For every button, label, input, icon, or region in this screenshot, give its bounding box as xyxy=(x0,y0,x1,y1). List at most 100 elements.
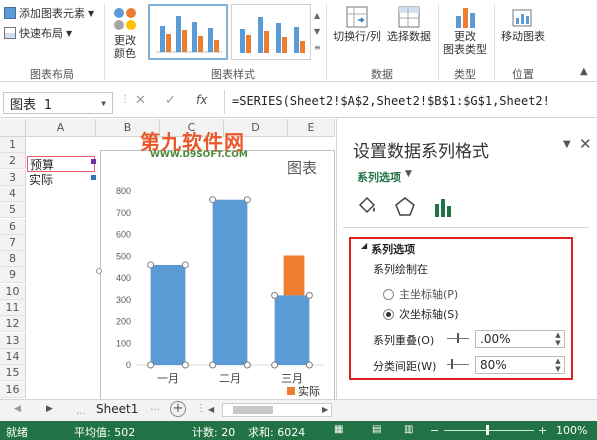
fill-line-icon[interactable] xyxy=(355,195,379,219)
row-header[interactable]: 5 xyxy=(0,202,26,219)
zoom-out-icon[interactable]: − xyxy=(430,424,439,437)
status-bar: 就绪 平均值: 502 计数: 20 求和: 6024 ▦ ▤ ▥ − + 10… xyxy=(0,421,597,440)
row-header[interactable]: 16 xyxy=(0,381,26,398)
row-header[interactable]: 3 xyxy=(0,169,26,186)
separator xyxy=(224,90,225,114)
add-chart-element-button[interactable]: 添加图表元素 ▼ xyxy=(4,5,94,21)
row-header[interactable]: 1 xyxy=(0,137,26,153)
row-header[interactable]: 6 xyxy=(0,218,26,235)
column-header[interactable]: A xyxy=(26,119,96,137)
move-chart-button[interactable]: 移动图表 xyxy=(498,4,548,43)
split-handle-icon[interactable]: ⋮ xyxy=(196,403,206,414)
scroll-right-icon[interactable]: ▶ xyxy=(322,405,328,414)
row-header[interactable]: 2 xyxy=(0,153,26,170)
more-sheets-icon[interactable]: … xyxy=(150,402,160,413)
select-data-icon xyxy=(398,6,420,28)
pane-title: 设置数据系列格式 xyxy=(353,142,489,162)
scrollbar-thumb[interactable] xyxy=(233,406,273,414)
separator xyxy=(438,4,439,80)
y-tick-label: 300 xyxy=(116,295,131,305)
formula-input[interactable]: =SERIES(Sheet2!$A$2,Sheet2!$B$1:$G$1,She… xyxy=(232,94,550,108)
page-break-icon[interactable]: ▥ xyxy=(404,424,413,435)
gap-width-spinner[interactable]: 80% ▲ ▼ xyxy=(475,356,565,374)
more-dots-icon: ⋮ xyxy=(120,94,130,105)
pane-menu-icon[interactable]: ▼ xyxy=(563,139,571,150)
more-sheets-icon[interactable]: … xyxy=(76,406,86,417)
prev-sheet-icon[interactable]: ◀ xyxy=(14,404,21,414)
row-header[interactable]: 7 xyxy=(0,234,26,251)
row-header[interactable]: 15 xyxy=(0,365,26,382)
zoom-slider-thumb[interactable] xyxy=(486,425,489,435)
selection-handle xyxy=(271,291,279,299)
horizontal-scrollbar[interactable] xyxy=(222,403,332,417)
cell-a2[interactable]: 预算 xyxy=(27,156,95,172)
group-label-type: 类型 xyxy=(454,68,476,81)
sheet-tab-bar: ◀ ▶ … Sheet1 … + ⋮ ◀ ▶ xyxy=(0,399,597,421)
dropdown-arrow-icon: ▼ xyxy=(405,169,412,179)
page-layout-icon[interactable]: ▤ xyxy=(372,424,381,435)
cancel-icon[interactable]: ✕ xyxy=(135,93,146,108)
selection-handle xyxy=(209,196,217,204)
gap-width-slider-thumb[interactable] xyxy=(451,359,453,369)
legend[interactable]: 实际 xyxy=(287,383,320,399)
range-handle[interactable] xyxy=(91,159,96,164)
select-all-corner[interactable] xyxy=(0,119,26,137)
series-options-dropdown[interactable]: 系列选项 ▼ xyxy=(357,169,412,185)
enter-icon[interactable]: ✓ xyxy=(165,93,176,108)
ribbon: 添加图表元素 ▼ 快速布局 ▼ 图表布局 更改 颜色 ▲ ▼ ≡ 图表样式 切换… xyxy=(0,0,597,82)
chart-style-1[interactable] xyxy=(148,4,228,60)
series-options-icon[interactable] xyxy=(431,195,455,219)
collapse-ribbon-icon[interactable]: ▲ xyxy=(580,66,588,77)
spinner-arrows-icon[interactable]: ▲ ▼ xyxy=(552,357,564,373)
column-header[interactable]: E xyxy=(288,119,335,137)
zoom-level[interactable]: 100% xyxy=(556,424,587,437)
quick-layout-button[interactable]: 快速布局 ▼ xyxy=(4,25,72,41)
chart-area[interactable]: 图表 800 700 600 500 400 300 200 100 0 一月 二月 三月 实际 xyxy=(100,150,335,400)
row-header[interactable]: 13 xyxy=(0,332,26,349)
row-header[interactable]: 4 xyxy=(0,185,26,202)
normal-view-icon[interactable]: ▦ xyxy=(334,424,343,435)
move-chart-icon xyxy=(512,9,532,27)
row-header[interactable]: 8 xyxy=(0,251,26,268)
overlap-spinner[interactable]: .00% ▲ ▼ xyxy=(475,330,565,348)
bar-budget xyxy=(274,295,310,365)
formula-bar: 图表 1 ▼ ⋮ ✕ ✓ fx =SERIES(Sheet2!$A$2,Shee… xyxy=(0,86,597,118)
cell-a3[interactable]: 实际 xyxy=(27,172,95,188)
overlap-slider-thumb[interactable] xyxy=(457,333,459,343)
switch-row-column-button[interactable]: 切换行/列 xyxy=(330,4,384,43)
chart-resize-handle[interactable] xyxy=(96,268,102,274)
name-box[interactable]: 图表 1 ▼ xyxy=(3,92,113,114)
range-handle[interactable] xyxy=(91,175,96,180)
sheet-tab-sheet1[interactable]: Sheet1 xyxy=(96,402,138,416)
add-sheet-icon[interactable]: + xyxy=(170,401,186,417)
change-colors-button[interactable]: 更改 颜色 xyxy=(106,4,144,60)
close-icon[interactable]: ✕ xyxy=(579,135,592,153)
separator xyxy=(326,4,327,80)
select-data-button[interactable]: 选择数据 xyxy=(384,4,434,43)
spinner-arrows-icon[interactable]: ▲ ▼ xyxy=(552,331,564,347)
chart-style-2[interactable] xyxy=(231,4,311,60)
secondary-axis-radio[interactable]: 次坐标轴(S) xyxy=(383,306,459,322)
next-sheet-icon[interactable]: ▶ xyxy=(46,404,53,414)
selection-handle xyxy=(243,196,251,204)
styles-scroll[interactable]: ▲ ▼ ≡ xyxy=(314,8,321,56)
y-tick-label: 400 xyxy=(116,273,131,283)
scroll-left-icon[interactable]: ◀ xyxy=(208,405,214,414)
effects-pentagon-icon[interactable] xyxy=(393,195,417,219)
series-options-section[interactable]: ◢ 系列选项 xyxy=(361,241,415,257)
change-chart-type-button[interactable]: 更改 图表类型 xyxy=(440,4,490,56)
row-header[interactable]: 12 xyxy=(0,316,26,333)
chart-plot[interactable]: 8007006005004003002001000一月 二月 三月 xyxy=(101,151,336,401)
legend-swatch xyxy=(287,387,295,395)
zoom-in-icon[interactable]: + xyxy=(538,424,547,437)
legend-label: 实际 xyxy=(298,385,320,398)
row-header[interactable]: 11 xyxy=(0,300,26,316)
zoom-slider[interactable] xyxy=(444,430,534,431)
status-sum: 求和: 6024 xyxy=(248,426,306,439)
row-header[interactable]: 14 xyxy=(0,348,26,365)
row-header[interactable]: 10 xyxy=(0,283,26,300)
selection-handle xyxy=(181,261,189,269)
primary-axis-radio[interactable]: 主坐标轴(P) xyxy=(383,286,458,302)
row-header[interactable]: 9 xyxy=(0,267,26,284)
insert-function-icon[interactable]: fx xyxy=(196,93,207,107)
